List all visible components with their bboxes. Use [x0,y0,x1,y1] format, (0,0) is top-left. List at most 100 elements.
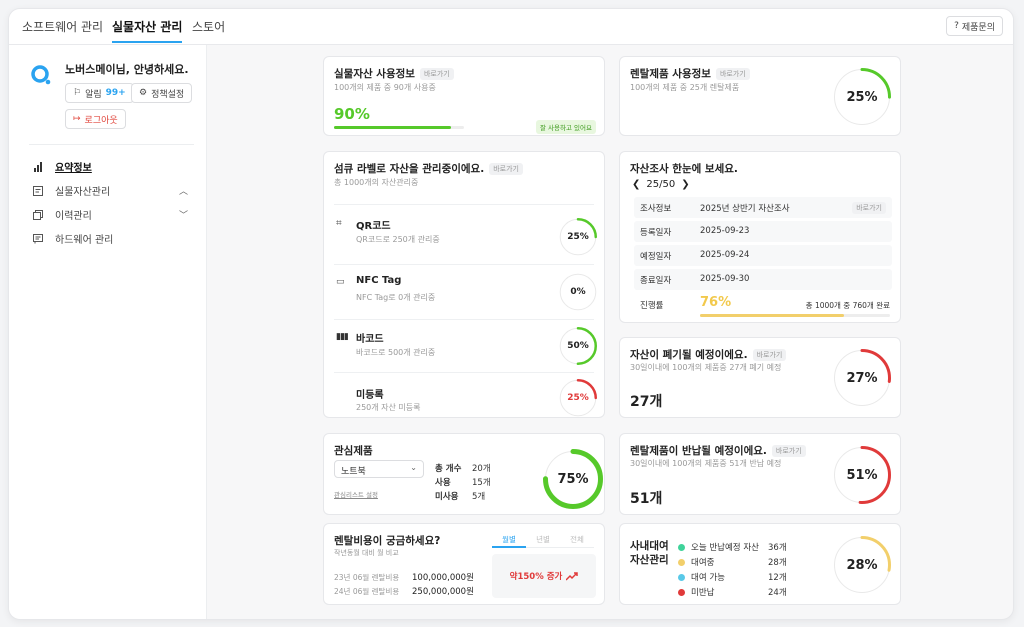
chevron-left-icon[interactable]: ❮ [632,179,640,190]
title-text: 섬큐 라벨로 자산을 관리중이에요. [334,163,485,175]
survey-progress-track [700,314,890,317]
title-text: 렌탈제품이 반납될 예정이에요. [630,445,767,457]
ring-percent: 27% [846,370,878,386]
ring-percent: 75% [557,471,589,487]
tab-monthly[interactable]: 월별 [492,534,526,548]
more-button[interactable]: 바로가기 [715,68,750,80]
title-text: 자산이 폐기될 예정이에요. [630,349,748,361]
asset-usage-card[interactable]: 실물자산 사용정보 바로가기 100개의 제품 중 90개 사용중 90% 잘 사… [323,56,605,136]
sidebar-item-label: 요약정보 [55,163,92,174]
trend-up-icon [566,571,579,581]
label-management-card[interactable]: 섬큐 라벨로 자산을 관리중이에요. 바로가기 총 1000개의 자산관리중 ⌗ … [323,151,605,418]
product-select[interactable]: 노트북 ⌄ [334,460,424,478]
card-title: 렌탈제품 사용정보 바로가기 [630,66,750,81]
logout-label: 로그아웃 [84,115,118,126]
legend-dot [678,589,685,596]
asset-survey-card[interactable]: 자산조사 한눈에 보세요. ❮ 25/50 ❯ 조사정보 2025년 상반기 자산조사… [619,151,901,323]
qr-ring: 25% [558,217,598,257]
row-key: 등록일자 [640,228,672,238]
sidebar-item-label: 하드웨어 관리 [55,235,114,246]
sidebar-item-history[interactable]: 이력관리 ﹀ [33,207,188,222]
ring-percent: 25% [846,89,878,105]
ring-percent: 51% [846,467,878,483]
tab-physical-assets[interactable]: 실물자산 관리 [112,18,183,43]
divider [334,319,594,320]
card-subtitle: 30일이내에 100개의 제품중 27개 폐기 예정 [630,363,782,372]
sidebar-item-hardware[interactable]: 하드웨어 관리 [33,231,188,246]
row-sub: QR코드로 250개 관리중 [356,235,440,244]
bar-chart-icon [34,161,42,172]
survey-row: 조사정보 2025년 상반기 자산조사 바로가기 [634,197,892,218]
cost-key: 24년 06월 렌탈비용 [334,587,400,596]
logout-icon: ↦ [73,114,81,124]
sidebar: 노버스메이님, 안녕하세요. ⚐ 알림 99+ ⚙ 정책설정 ↦ 로그아웃 요약… [9,45,207,619]
ring-percent: 28% [846,557,878,573]
tab-all[interactable]: 전체 [560,534,594,545]
card-title: 실물자산 사용정보 바로가기 [334,66,454,81]
cost-key: 23년 06월 렌탈비용 [334,573,400,582]
card-subtitle: 총 1000개의 자산관리중 [334,178,419,187]
pager-text: 25/50 [646,179,676,190]
ring-percent: 50% [567,341,589,351]
more-button[interactable]: 바로가기 [852,202,886,214]
cost-value: 100,000,000원 [412,573,474,583]
message-icon [33,233,43,243]
policy-button[interactable]: ⚙ 정책설정 [131,83,193,103]
row-label: 미등록 [356,390,384,401]
stat-key: 사용 [435,478,451,488]
inquiry-button[interactable]: ? 제품문의 [946,16,1003,36]
card-title-line1: 사내대여 [630,540,669,552]
sidebar-item-summary[interactable]: 요약정보 [33,159,188,174]
interest-list-link[interactable]: 관심리스트 설정 [334,489,378,499]
legend-value: 28개 [768,558,787,568]
sidebar-item-label: 이력관리 [55,211,92,222]
increase-text: 약150% 증가 [509,572,563,582]
inquiry-label: 제품문의 [961,22,995,33]
tab-yearly[interactable]: 년별 [526,534,560,545]
row-key: 종료일자 [640,276,672,286]
bell-icon: ⚐ [73,88,82,98]
interest-products-card[interactable]: 관심제품 노트북 ⌄ 관심리스트 설정 총 개수 20개 사용 15개 미사용 … [323,433,605,515]
logout-button[interactable]: ↦ 로그아웃 [65,109,126,129]
survey-pager: ❮ 25/50 ❯ [632,179,690,190]
row-label: NFC Tag [356,275,402,286]
alarm-button[interactable]: ⚐ 알림 99+ [65,83,134,103]
sidebar-item-physical-assets[interactable]: 실물자산관리 ︿ [33,183,188,198]
rental-usage-card[interactable]: 렌탈제품 사용정보 바로가기 100개의 제품 중 25개 렌탈제품 25% [619,56,901,136]
row-sub: NFC Tag로 0개 관리중 [356,293,436,302]
legend-label: 오늘 반납예정 자산 [691,543,759,553]
stat-value: 15개 [472,478,491,488]
rental-cost-card[interactable]: 렌탈비용이 궁금하세요? 작년동월 대비 월 비교 월별 년별 전체 23년 0… [323,523,605,605]
more-button[interactable]: 바로가기 [419,68,454,80]
return-ring: 51% [832,445,892,505]
card-subtitle: 100개의 제품 중 25개 렌탈제품 [630,83,740,92]
more-button[interactable]: 바로가기 [752,349,787,361]
disposal-card[interactable]: 자산이 폐기될 예정이에요. 바로가기 30일이내에 100개의 제품중 27개 … [619,337,901,418]
alarm-count: 99+ [105,88,126,98]
row-key: 조사정보 [640,204,672,214]
interest-ring: 75% [542,448,604,510]
more-button[interactable]: 바로가기 [771,445,806,457]
gear-icon: ⚙ [139,88,148,98]
divider [334,204,594,205]
row-label: QR코드 [356,221,391,232]
tab-software[interactable]: 소프트웨어 관리 [22,18,103,35]
lending-card[interactable]: 사내대여 자산관리 오늘 반납예정 자산 36개 대여중 28개 대여 가능 1… [619,523,901,605]
chevron-down-icon: ⌄ [410,463,417,472]
title-text: 렌탈제품 사용정보 [630,68,711,80]
usage-progress-fill [334,126,451,129]
rental-return-card[interactable]: 렌탈제품이 반납될 예정이에요. 바로가기 30일이내에 100개의 제품중 51… [619,433,901,515]
disposal-ring: 27% [832,348,892,408]
more-button[interactable]: 바로가기 [489,163,523,175]
policy-label: 정책설정 [151,89,185,100]
row-key: 예정일자 [640,252,672,262]
title-text: 실물자산 사용정보 [334,68,415,80]
chevron-right-icon[interactable]: ❯ [681,179,689,190]
card-title: 렌탈제품이 반납될 예정이에요. 바로가기 [630,443,806,458]
ring-percent: 25% [567,232,589,242]
legend-item: 대여중 [678,556,714,568]
usage-progress-track [334,126,464,129]
barcode-ring: 50% [558,326,598,366]
legend-dot [678,574,685,581]
tab-store[interactable]: 스토어 [192,18,225,35]
